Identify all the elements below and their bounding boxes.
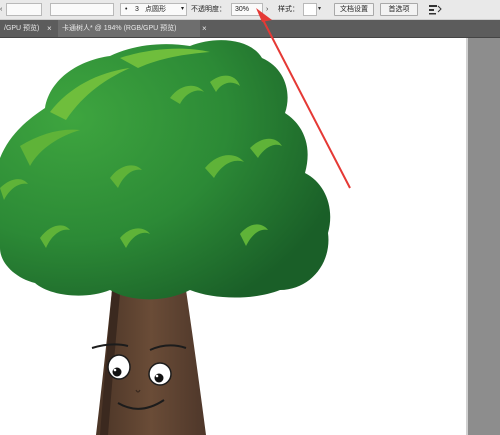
annotation-arrow: [256, 8, 351, 189]
